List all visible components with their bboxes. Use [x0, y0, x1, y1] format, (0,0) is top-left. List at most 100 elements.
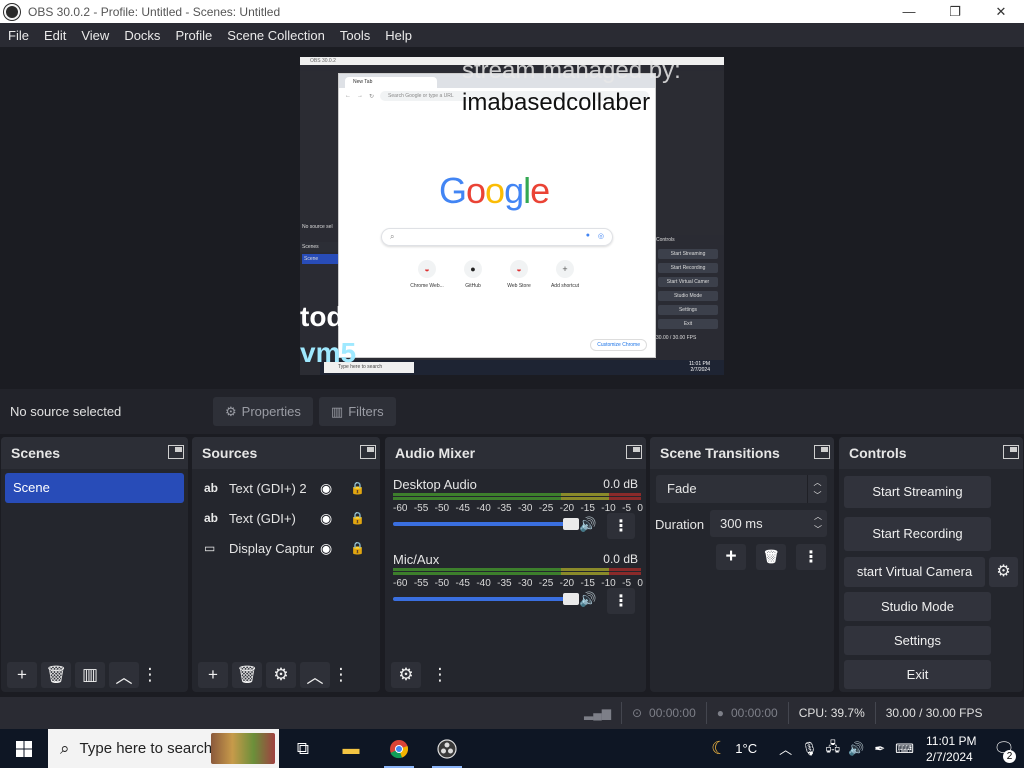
virtual-camera-settings-gear-icon[interactable]: ⚙ — [989, 557, 1018, 587]
exit-button[interactable]: Exit — [844, 660, 991, 689]
visibility-eye-icon[interactable]: ◉ — [320, 540, 332, 557]
weather-moon-icon[interactable]: ☾ — [711, 738, 727, 759]
shortcut-chrome-web: ◒ Chrome Web... — [407, 260, 447, 289]
chrome-taskbar-icon[interactable] — [375, 729, 423, 768]
add-transition-button[interactable]: + — [716, 544, 746, 570]
text-source-icon: ab — [204, 481, 219, 495]
nested-date: 2/7/2024 — [690, 367, 710, 373]
undock-icon[interactable] — [360, 445, 376, 459]
network-icon[interactable]: 🖧 — [826, 738, 841, 760]
lock-icon[interactable]: 🔒 — [350, 511, 365, 525]
stream-status: ⊙ 00:00:00 — [632, 706, 696, 720]
menu-view[interactable]: View — [76, 28, 114, 43]
spin-arrows-icon[interactable]: ︿ ﹀ — [809, 510, 827, 536]
menu-edit[interactable]: Edit — [39, 28, 71, 43]
speaker-icon[interactable]: 🔊 — [579, 591, 596, 608]
volume-slider[interactable] — [393, 593, 579, 605]
undock-icon[interactable] — [168, 445, 184, 459]
scene-item[interactable]: Scene — [5, 473, 184, 503]
slider-handle[interactable] — [563, 593, 579, 605]
obs-taskbar-icon[interactable] — [423, 729, 471, 768]
notification-icon[interactable]: 🗨 2 — [984, 739, 1024, 763]
lock-icon[interactable]: 🔒 — [350, 481, 365, 495]
nested-settings: Settings — [658, 305, 718, 315]
duration-spinbox[interactable]: 300 ms ︿ ﹀ — [710, 510, 827, 537]
filters-button[interactable]: ▥ Filters — [318, 397, 396, 426]
windows-taskbar: ⌕ Type here to search ⧉ ▬ ☾ 1°C ︿ 🎙 🖧 🔊 … — [0, 729, 1024, 768]
scene-filters-button[interactable]: ▥ — [75, 662, 105, 688]
lock-icon[interactable]: 🔒 — [350, 541, 365, 555]
pen-icon[interactable]: ✒ — [874, 741, 885, 757]
remove-transition-button[interactable]: 🗑 — [756, 544, 786, 570]
menu-docks[interactable]: Docks — [119, 28, 165, 43]
source-item-text-gdi[interactable]: ab Text (GDI+) ◉ 🔒 — [192, 503, 380, 533]
remove-source-button[interactable]: 🗑 — [232, 662, 262, 688]
close-button[interactable]: ✕ — [978, 0, 1024, 23]
settings-button[interactable]: Settings — [844, 626, 991, 655]
preview-area[interactable]: OBS 30.0.2 No source sel Scenes Scene Co… — [0, 47, 1024, 389]
transition-select[interactable]: Fade ︿ ﹀ — [656, 475, 827, 503]
undock-icon[interactable] — [626, 445, 642, 459]
file-explorer-icon[interactable]: ▬ — [327, 729, 375, 768]
channel-name: Desktop Audio — [393, 477, 477, 492]
network-signal-icon: ▂▄▆ — [584, 706, 611, 720]
scenes-menu-icon[interactable]: ⋮ — [142, 662, 159, 688]
source-item-text-gdi-2[interactable]: ab Text (GDI+) 2 ◉ 🔒 — [192, 473, 380, 503]
properties-button[interactable]: ⚙ Properties — [213, 397, 313, 426]
microphone-icon[interactable]: 🎙 — [801, 741, 818, 757]
volume-slider[interactable] — [393, 518, 579, 530]
controls-header: Controls — [839, 437, 1023, 469]
undock-icon[interactable] — [814, 445, 830, 459]
taskbar-clock[interactable]: 11:01 PM 2/7/2024 — [926, 733, 984, 765]
start-streaming-button[interactable]: Start Streaming — [844, 476, 991, 508]
minimize-button[interactable]: — — [886, 0, 932, 23]
visibility-eye-icon[interactable]: ◉ — [320, 480, 332, 497]
add-source-button[interactable]: + — [198, 662, 228, 688]
weather-temp[interactable]: 1°C — [735, 741, 757, 756]
source-properties-button[interactable]: ⚙ — [266, 662, 296, 688]
move-scene-up-button[interactable]: ︿ — [109, 662, 139, 688]
menu-help[interactable]: Help — [380, 28, 417, 43]
move-source-up-button[interactable]: ︿ — [300, 662, 330, 688]
shortcut-label: Web Store — [507, 283, 531, 289]
task-view-icon[interactable]: ⧉ — [279, 729, 327, 768]
chrome-icon — [390, 739, 409, 758]
text-source-icon: ab — [204, 511, 219, 525]
menu-scene-collection[interactable]: Scene Collection — [222, 28, 330, 43]
keyboard-icon[interactable]: ⌨ — [895, 741, 914, 757]
channel-menu-button[interactable]: ⋮ — [607, 513, 635, 539]
channel-menu-button[interactable]: ⋮ — [607, 588, 635, 614]
mixer-menu-icon[interactable]: ⋮ — [425, 662, 455, 688]
speaker-icon[interactable]: 🔊 — [579, 516, 596, 533]
add-scene-button[interactable]: + — [7, 662, 37, 688]
advanced-audio-icon[interactable]: ⚙ — [391, 662, 421, 688]
remove-scene-button[interactable]: 🗑 — [41, 662, 71, 688]
menu-tools[interactable]: Tools — [335, 28, 375, 43]
taskbar-search-box[interactable]: ⌕ Type here to search — [48, 729, 279, 768]
transition-menu-button[interactable]: ⋮ — [796, 544, 826, 570]
sources-menu-icon[interactable]: ⋮ — [333, 662, 350, 688]
visibility-eye-icon[interactable]: ◉ — [320, 510, 332, 527]
source-item-display-capture[interactable]: ▭ Display Captur ◉ 🔒 — [192, 533, 380, 563]
record-time: 00:00:00 — [731, 706, 778, 720]
studio-mode-button[interactable]: Studio Mode — [844, 592, 991, 621]
slider-handle[interactable] — [563, 518, 579, 530]
shortcut-icon: + — [556, 260, 574, 278]
source-name: Text (GDI+) 2 — [229, 480, 307, 496]
sources-footer: + 🗑 ⚙ ︿ ⋮ — [192, 658, 380, 692]
source-toolbar: No source selected ⚙ Properties ▥ Filter… — [0, 389, 1024, 434]
nested-start-recording: Start Recording — [658, 263, 718, 273]
menu-file[interactable]: File — [3, 28, 34, 43]
start-recording-button[interactable]: Start Recording — [844, 517, 991, 551]
start-virtual-camera-button[interactable]: start Virtual Camera — [844, 557, 985, 587]
overlay-text-todays-vm: today's vm: — [300, 301, 455, 332]
preview-canvas[interactable]: OBS 30.0.2 No source sel Scenes Scene Co… — [300, 57, 724, 375]
undock-icon[interactable] — [1003, 445, 1019, 459]
search-placeholder: Type here to search — [79, 740, 213, 757]
search-highlight-icon — [211, 733, 275, 764]
windows-start-button[interactable] — [0, 729, 48, 768]
volume-icon[interactable]: 🔊 — [848, 741, 864, 757]
chevron-up-icon[interactable]: ︿ — [779, 739, 792, 758]
maximize-button[interactable]: ❐ — [932, 0, 978, 23]
menu-profile[interactable]: Profile — [170, 28, 217, 43]
